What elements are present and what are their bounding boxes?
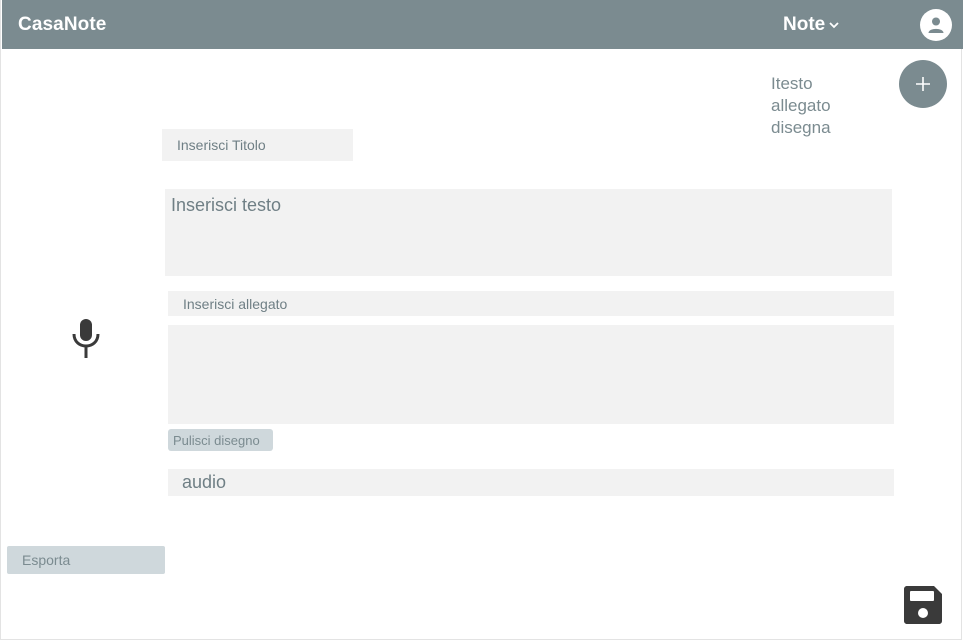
- note-type-drawing[interactable]: disegna: [771, 117, 831, 139]
- audio-field[interactable]: audio: [168, 469, 894, 496]
- note-menu-label: Note: [783, 14, 826, 35]
- title-input[interactable]: Inserisci Titolo: [162, 129, 353, 161]
- user-avatar-icon[interactable]: [920, 9, 952, 41]
- note-type-text[interactable]: Itesto: [771, 73, 831, 95]
- top-bar: CasaNote Note: [2, 0, 963, 49]
- app-brand[interactable]: CasaNote: [18, 14, 106, 36]
- export-button[interactable]: Esporta: [7, 546, 165, 574]
- title-placeholder: Inserisci Titolo: [177, 137, 266, 153]
- drawing-canvas[interactable]: [168, 325, 894, 424]
- chevron-down-icon: [829, 22, 839, 29]
- attachment-placeholder: Inserisci allegato: [183, 295, 288, 312]
- microphone-icon[interactable]: [70, 319, 102, 359]
- audio-label: audio: [182, 472, 227, 492]
- floppy-disk-icon[interactable]: [904, 586, 942, 624]
- note-type-list: Itesto allegato disegna: [771, 73, 831, 139]
- person-icon: [928, 17, 944, 33]
- plus-icon: [916, 77, 930, 91]
- note-text-area[interactable]: Inserisci testo: [165, 189, 892, 276]
- add-note-button[interactable]: [899, 60, 947, 108]
- attachment-input[interactable]: Inserisci allegato: [168, 291, 894, 316]
- note-menu[interactable]: Note: [783, 14, 840, 36]
- note-type-attachment[interactable]: allegato: [771, 95, 831, 117]
- text-placeholder: Inserisci testo: [171, 195, 282, 215]
- clear-drawing-button[interactable]: Pulisci disegno: [168, 429, 273, 451]
